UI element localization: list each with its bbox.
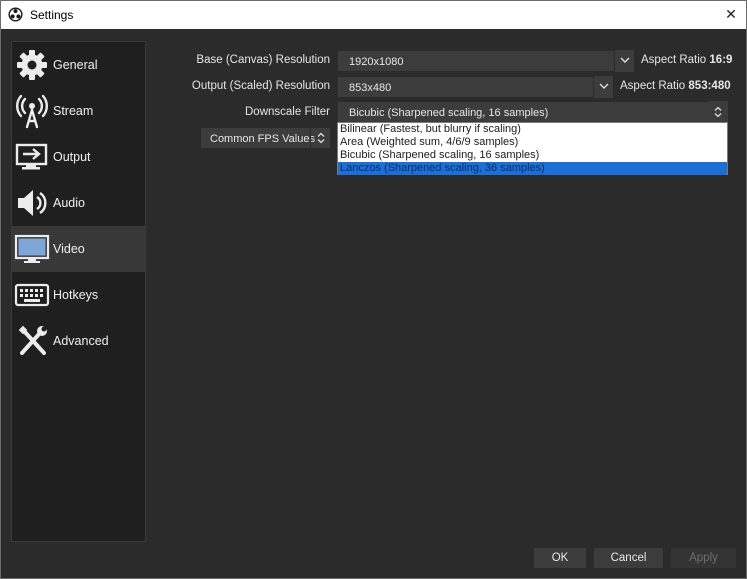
dropdown-option-bicubic[interactable]: Bicubic (Sharpened scaling, 16 samples) [338, 149, 727, 162]
downscale-filter-combo[interactable]: Bicubic (Sharpened scaling, 16 samples) [337, 101, 729, 123]
title-bar: Settings ✕ [1, 1, 746, 29]
downscale-filter-value: Bicubic (Sharpened scaling, 16 samples) [349, 107, 549, 119]
sidebar-item-label: Video [53, 242, 85, 256]
dropdown-option-lanczos[interactable]: Lanczos (Sharpened scaling, 36 samples) [338, 162, 727, 175]
client-area: General Stream Output Audio Video Hotkey… [1, 29, 746, 578]
base-resolution-value: 1920x1080 [349, 56, 404, 68]
sidebar-item-label: Hotkeys [53, 288, 99, 302]
dropdown-option-area[interactable]: Area (Weighted sum, 4/6/9 samples) [338, 136, 727, 149]
output-aspect-ratio: Aspect Ratio 853:480 [620, 80, 731, 92]
sidebar-item-label: General [53, 58, 98, 72]
sidebar-item-label: Audio [53, 196, 85, 210]
up-down-arrows-icon[interactable] [708, 101, 728, 123]
output-resolution-combo[interactable]: 853x480 [337, 76, 614, 98]
wrench-screwdriver-icon [18, 325, 47, 355]
sidebar-item-hotkeys[interactable]: Hotkeys [12, 272, 145, 318]
speaker-icon [18, 190, 47, 216]
settings-sidebar: General Stream Output Audio Video Hotkey… [11, 41, 146, 542]
sidebar-item-label: Advanced [53, 334, 109, 348]
output-resolution-label: Output (Scaled) Resolution [191, 80, 330, 92]
fps-type-combo[interactable]: Common FPS Values [200, 127, 331, 149]
output-resolution-value: 853x480 [349, 82, 392, 94]
obs-logo-icon [8, 7, 23, 22]
apply-button[interactable]: Apply [670, 547, 737, 569]
dropdown-option-bilinear[interactable]: Bilinear (Fastest, but blurry if scaling… [338, 123, 727, 136]
downscale-filter-label: Downscale Filter [245, 106, 330, 118]
sidebar-item-video[interactable]: Video [12, 226, 145, 272]
cancel-button[interactable]: Cancel [593, 547, 664, 569]
base-aspect-ratio: Aspect Ratio 16:9 [641, 54, 733, 66]
sidebar-item-label: Stream [53, 104, 94, 118]
chevron-down-icon[interactable] [593, 76, 613, 98]
sidebar-item-advanced[interactable]: Advanced [12, 318, 145, 364]
up-down-arrows-icon[interactable] [310, 127, 330, 149]
sidebar-item-stream[interactable]: Stream [12, 88, 145, 134]
broadcast-antenna-icon [16, 94, 48, 129]
sidebar-item-general[interactable]: General [12, 42, 145, 88]
sidebar-item-output[interactable]: Output [12, 134, 145, 180]
settings-window: Settings ✕ General Stream Output Audio V… [0, 0, 747, 579]
ok-button[interactable]: OK [533, 547, 587, 569]
sidebar-item-audio[interactable]: Audio [12, 180, 145, 226]
close-icon[interactable]: ✕ [716, 1, 746, 29]
window-title: Settings [30, 8, 74, 22]
output-screen-icon [15, 143, 48, 170]
base-resolution-label: Base (Canvas) Resolution [196, 54, 330, 66]
monitor-icon [14, 234, 50, 263]
keyboard-icon [14, 283, 50, 307]
base-resolution-combo[interactable]: 1920x1080 [337, 50, 635, 72]
chevron-down-icon[interactable] [614, 50, 634, 72]
gear-icon [17, 50, 47, 80]
sidebar-item-label: Output [53, 150, 91, 164]
fps-type-value: Common FPS Values [210, 133, 315, 145]
downscale-filter-dropdown: Bilinear (Fastest, but blurry if scaling… [337, 122, 728, 175]
